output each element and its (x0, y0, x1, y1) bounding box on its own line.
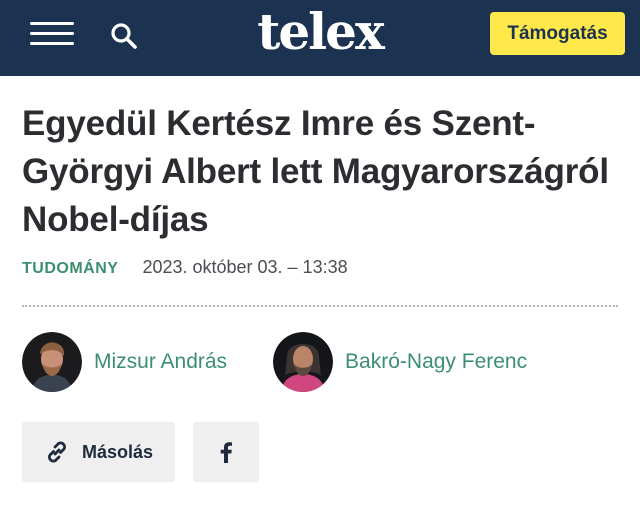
top-navigation-bar: telex Támogatás (0, 0, 640, 76)
article-meta: TUDOMÁNY 2023. október 03. – 13:38 (22, 257, 618, 278)
article-title: Egyedül Kertész Imre és Szent-Györgyi Al… (22, 104, 609, 239)
copy-label: Másolás (81, 441, 154, 462)
author-avatar[interactable] (273, 332, 334, 392)
author-list: Mizsur András Bakró-Nagy Ferenc (22, 332, 618, 392)
share-bar: Másolás (22, 422, 618, 482)
article: Egyedül Kertész Imre és Szent-Györgyi Al… (0, 100, 640, 482)
publish-date: 2023. október 03. – 13:38 (142, 257, 348, 277)
author-mizsur[interactable]: Mizsur András (22, 332, 227, 392)
support-button[interactable]: Támogatás (490, 12, 625, 55)
author-name[interactable]: Bakró-Nagy Ferenc (345, 350, 527, 374)
facebook-icon (220, 442, 232, 463)
link-icon (48, 441, 66, 463)
category-link[interactable]: TUDOMÁNY (22, 260, 118, 278)
author-bakro-nagy[interactable]: Bakró-Nagy Ferenc (273, 332, 527, 392)
author-name[interactable]: Mizsur András (94, 350, 227, 374)
dotted-divider (22, 305, 618, 307)
copy-link-button[interactable]: Másolás (22, 422, 175, 482)
author-avatar[interactable] (22, 332, 82, 392)
facebook-share-button[interactable] (193, 422, 259, 482)
